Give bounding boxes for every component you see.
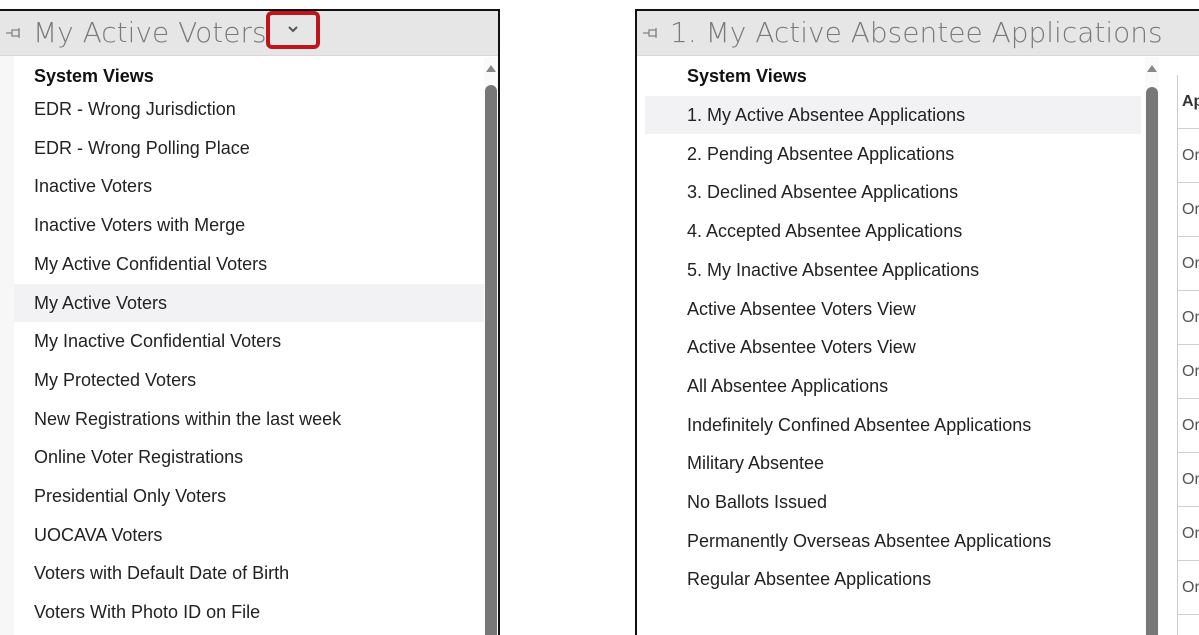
scrollbar[interactable] [1145, 57, 1159, 635]
view-list-item[interactable]: Regular Absentee Applications [645, 560, 1141, 598]
chevron-down-icon [288, 26, 298, 33]
view-list-item[interactable]: 5. My Inactive Absentee Applications [645, 251, 1141, 289]
scrollbar[interactable] [484, 57, 498, 635]
view-list-item[interactable]: Permanently Overseas Absentee Applicatio… [645, 522, 1141, 560]
view-list-item[interactable]: My Inactive Confidential Voters [14, 322, 484, 360]
view-list-item[interactable]: My Protected Voters [14, 361, 484, 399]
grid-cell: Or [1178, 453, 1199, 507]
view-list-item[interactable]: No Ballots Issued [645, 483, 1141, 521]
view-list-item[interactable]: All Absentee Applications [645, 367, 1141, 405]
view-list-item[interactable]: Presidential Only Voters [14, 477, 484, 515]
view-list-item[interactable]: 2. Pending Absentee Applications [645, 135, 1141, 173]
view-list: System Views EDR - Wrong Jurisdiction EDR… [0, 56, 498, 635]
left-view-panel: My Active Voters System Views EDR - Wron… [0, 9, 500, 635]
grid-cell: Or [1178, 237, 1199, 291]
system-views-header: System Views [687, 66, 807, 86]
grid-cell: Or [1178, 129, 1199, 183]
view-list-item[interactable]: Voters with Default Date of Birth [14, 554, 484, 592]
view-list-item[interactable]: Online Voter Registrations [14, 438, 484, 476]
grid-column-header: Ap [1178, 75, 1199, 129]
view-list-item[interactable]: Active Absentee Voters View [645, 328, 1141, 366]
right-view-panel: 1. My Active Absentee Applications Syste… [635, 9, 1199, 635]
grid-cell: Or [1178, 291, 1199, 345]
grid-cell: Or [1178, 183, 1199, 237]
view-list-item[interactable]: 4. Accepted Absentee Applications [645, 212, 1141, 250]
view-list-item[interactable]: Voters With Photo ID on File [14, 593, 484, 631]
view-list-item[interactable]: EDR - Wrong Polling Place [14, 129, 484, 167]
grid-cell: Or [1178, 561, 1199, 615]
pin-icon[interactable] [643, 28, 659, 38]
view-list: System Views 1. My Active Absentee Appli… [645, 56, 1155, 635]
view-list-item[interactable]: Inactive Voters with Merge [14, 206, 484, 244]
view-list-item[interactable]: 1. My Active Absentee Applications [645, 96, 1141, 134]
pin-icon[interactable] [6, 28, 22, 38]
scroll-up-arrow-icon[interactable] [486, 65, 496, 72]
grid-cell: Or [1178, 507, 1199, 561]
background-grid-column: Ap OrOrOrOrOrOrOrOrOr [1177, 75, 1199, 635]
grid-cell: Or [1178, 345, 1199, 399]
view-list-item[interactable]: Indefinitely Confined Absentee Applicati… [645, 406, 1141, 444]
system-views-header: System Views [34, 66, 154, 86]
view-title: 1. My Active Absentee Applications [670, 16, 1163, 49]
view-list-item[interactable]: Military Absentee [645, 444, 1141, 482]
scroll-up-arrow-icon[interactable] [1147, 65, 1157, 72]
view-list-item[interactable]: My Active Voters [14, 283, 484, 322]
view-list-item[interactable]: UOCAVA Voters [14, 516, 484, 554]
scroll-thumb[interactable] [1146, 87, 1158, 635]
scroll-thumb[interactable] [485, 85, 497, 635]
left-panel-header: My Active Voters [0, 9, 498, 56]
view-list-item[interactable]: Inactive Voters [14, 167, 484, 205]
view-title: My Active Voters [33, 16, 267, 49]
grid-cell: Or [1178, 399, 1199, 453]
view-list-item[interactable]: EDR - Wrong Jurisdiction [14, 90, 484, 128]
view-list-item[interactable]: New Registrations within the last week [14, 400, 484, 438]
view-selector-dropdown-button[interactable] [266, 11, 320, 49]
view-list-item[interactable]: 3. Declined Absentee Applications [645, 173, 1141, 211]
view-list-item[interactable]: My Active Confidential Voters [14, 245, 484, 283]
right-panel-header: 1. My Active Absentee Applications [637, 9, 1199, 56]
view-list-item[interactable]: Active Absentee Voters View [645, 290, 1141, 328]
